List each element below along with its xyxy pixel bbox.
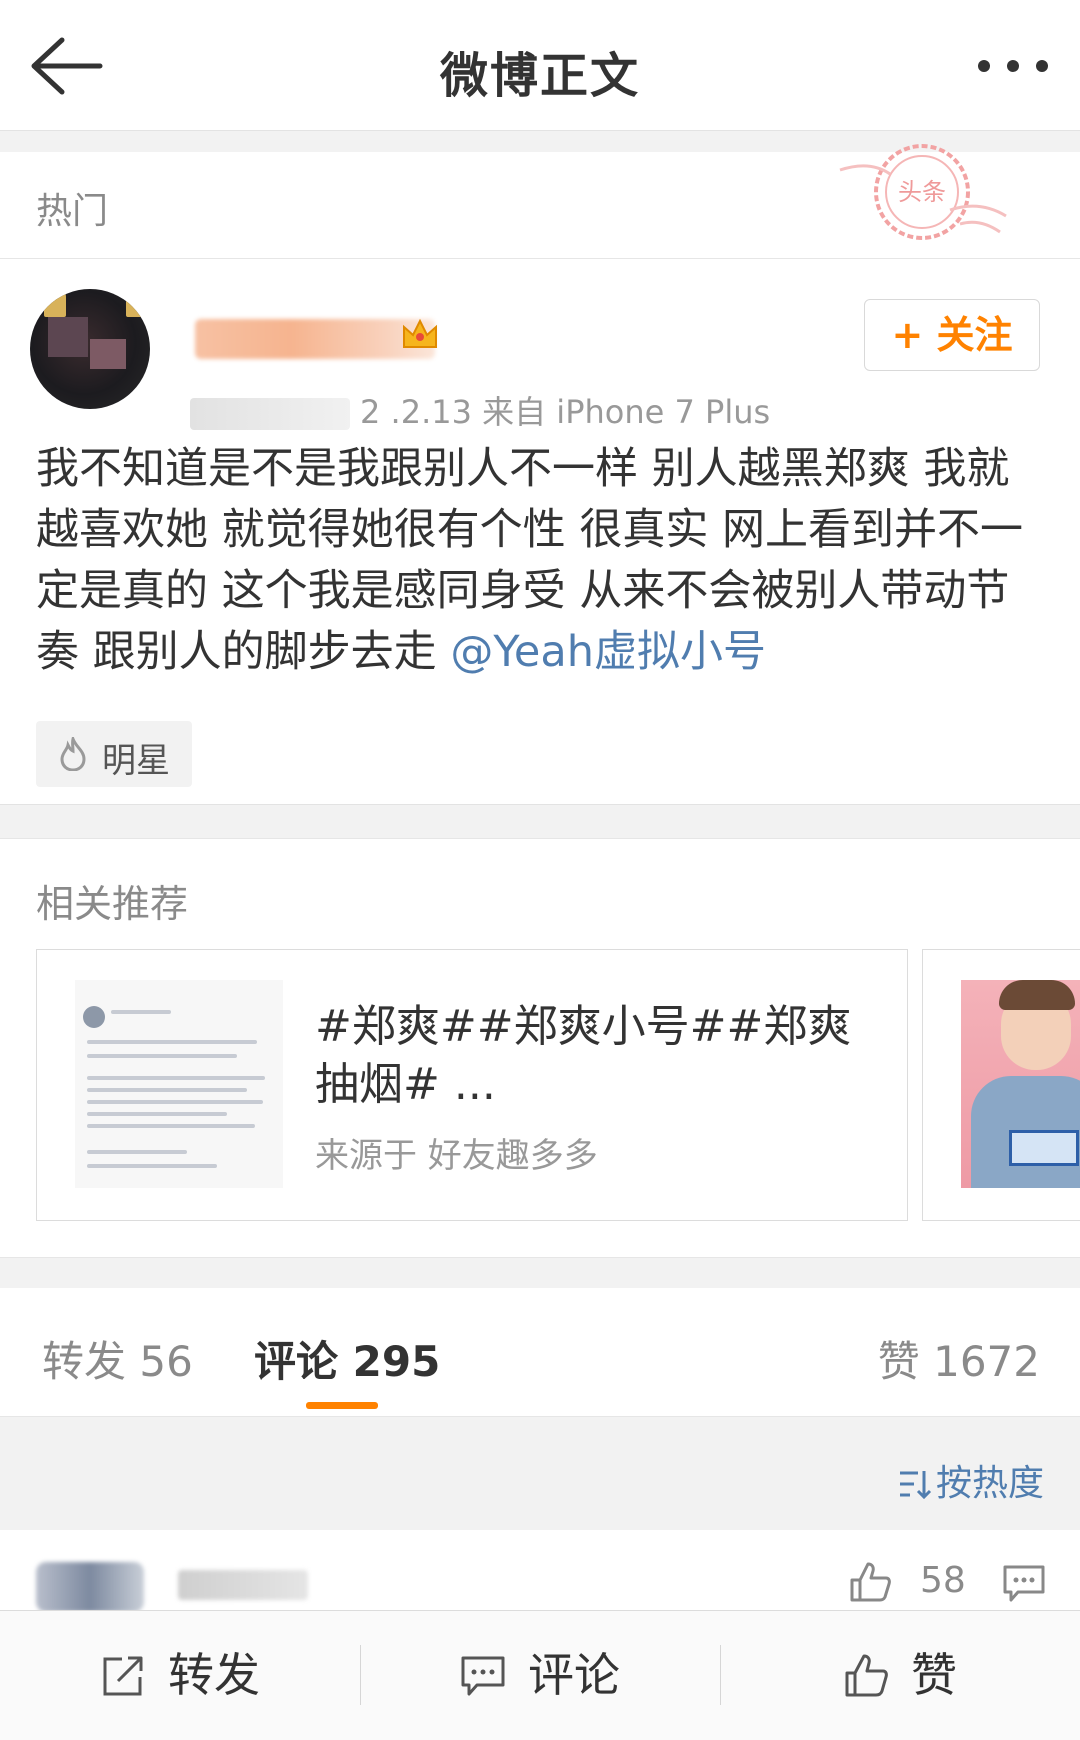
comment-button[interactable]: 评论 — [360, 1611, 720, 1740]
recommend-thumbnail — [75, 980, 283, 1188]
top-nav-bar: 微博正文 — [0, 0, 1080, 131]
comment-icon — [461, 1656, 505, 1695]
comment-item: 58 — [0, 1530, 1080, 1612]
comment-label: 评论 — [528, 1648, 620, 1702]
hot-label: 热门 — [36, 191, 109, 232]
topic-tag-chip[interactable]: 明星 — [36, 721, 192, 787]
post-source: 2 .2.13 来自 iPhone 7 Plus — [360, 393, 771, 431]
tab-comment[interactable]: 评论 295 — [254, 1328, 440, 1389]
thumbs-up-icon[interactable] — [848, 1560, 892, 1604]
page-title: 微博正文 — [439, 48, 640, 104]
meta-blurred — [190, 398, 350, 430]
like-button[interactable]: 赞 — [720, 1611, 1080, 1740]
sort-label: 按热度 — [935, 1463, 1044, 1504]
repost-label: 转发 — [168, 1648, 260, 1702]
username-blurred[interactable] — [195, 319, 435, 359]
like-label: 赞 — [911, 1648, 957, 1702]
sort-button[interactable]: 按热度 — [898, 1454, 1044, 1506]
interaction-tabs: 转发 56 评论 295 赞 1672 — [0, 1288, 1080, 1417]
repost-button[interactable]: 转发 — [0, 1611, 360, 1740]
share-icon — [103, 1656, 143, 1695]
more-dots-icon[interactable] — [976, 56, 1050, 76]
weibo-post: 2 .2.13 来自 iPhone 7 Plus + 关注 我不知道是不是我跟别… — [0, 259, 1080, 805]
comment-like-count: 58 — [920, 1560, 966, 1601]
tab-repost[interactable]: 转发 56 — [42, 1328, 193, 1389]
crown-badge-icon — [403, 318, 437, 348]
thumbs-up-icon — [845, 1654, 888, 1696]
follow-button[interactable]: + 关注 — [864, 299, 1040, 371]
bottom-action-bar: 转发 评论 赞 — [0, 1610, 1080, 1740]
avatar[interactable] — [30, 289, 150, 409]
recommend-photo — [961, 980, 1080, 1188]
comment-avatar-blurred[interactable] — [36, 1562, 144, 1612]
recommend-card[interactable]: #郑爽##郑爽小号##郑爽抽烟# ... 来源于 好友趣多多 — [36, 949, 908, 1221]
tag-label: 明星 — [102, 741, 170, 781]
recommend-card-partial[interactable] — [922, 949, 1080, 1221]
post-meta: 2 .2.13 来自 iPhone 7 Plus — [190, 387, 770, 433]
post-body: 我不知道是不是我跟别人不一样 别人越黑郑爽 我就越喜欢她 就觉得她很有个性 很真… — [36, 439, 1046, 683]
related-recommend: 相关推荐 #郑爽##郑爽小号##郑爽抽烟# ... 来源于 好友趣多多 — [0, 838, 1080, 1258]
recommend-source: 来源于 好友趣多多 — [315, 1136, 598, 1176]
recommend-headline: #郑爽##郑爽小号##郑爽抽烟# ... — [315, 1001, 852, 1110]
sort-icon — [899, 1471, 932, 1499]
headline-stamp-icon: 头条 — [839, 144, 1007, 240]
comment-username-blurred[interactable] — [178, 1570, 308, 1600]
flame-icon — [60, 737, 86, 771]
recommend-title: 相关推荐 — [36, 882, 189, 926]
active-tab-indicator — [306, 1402, 378, 1409]
mention-link[interactable]: @Yeah虚拟小号 — [450, 627, 766, 677]
svg-text:头条: 头条 — [898, 178, 946, 206]
comment-bubble-icon[interactable] — [1002, 1564, 1046, 1604]
sort-row: 按热度 — [0, 1418, 1080, 1528]
tab-like[interactable]: 赞 1672 — [878, 1328, 1040, 1389]
